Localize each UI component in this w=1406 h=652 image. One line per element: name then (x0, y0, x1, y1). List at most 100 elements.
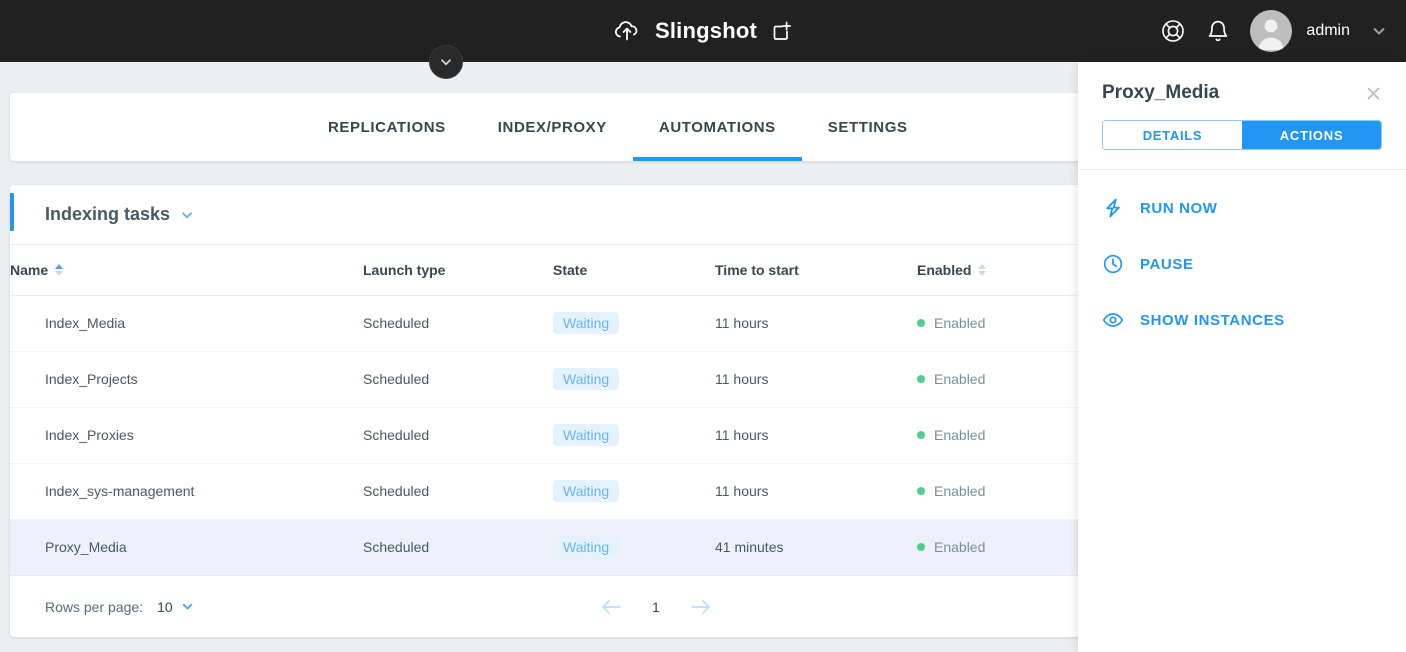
table-row[interactable]: Index_Proxies Scheduled Waiting 11 hours… (10, 407, 1078, 464)
cell-time-to-start: 41 minutes (715, 519, 917, 576)
cell-time-to-start: 11 hours (715, 463, 917, 520)
enabled-label: Enabled (934, 371, 986, 387)
column-header-enabled[interactable]: Enabled (917, 245, 1078, 296)
cell-state: Waiting (553, 519, 715, 576)
sort-arrows-icon[interactable] (978, 263, 987, 276)
add-window-icon[interactable] (771, 20, 793, 42)
status-dot-icon (917, 487, 925, 495)
cell-state: Waiting (553, 463, 715, 520)
status-badge: Waiting (553, 480, 620, 502)
topbar-right-group: admin (1160, 0, 1388, 62)
cloud-upload-icon (613, 19, 641, 43)
tab-actions[interactable]: ACTIONS (1242, 121, 1381, 149)
action-label: RUN NOW (1140, 199, 1218, 217)
chevron-down-icon[interactable] (1370, 22, 1388, 40)
bell-icon[interactable] (1206, 19, 1230, 43)
tab-label: AUTOMATIONS (658, 118, 776, 136)
rows-per-page-value[interactable]: 10 (157, 599, 173, 615)
collapse-header-button[interactable] (429, 45, 463, 79)
cell-name: Index_Projects (10, 351, 363, 408)
section-header: Indexing tasks (10, 185, 1078, 245)
tab-label: REPLICATIONS (328, 118, 446, 136)
status-badge: Waiting (553, 424, 620, 446)
status-badge: Waiting (553, 536, 620, 558)
main-content: REPLICATIONS INDEX/PROXY AUTOMATIONS SET… (0, 62, 1078, 652)
status-dot-icon (917, 375, 925, 383)
table-body: Index_Media Scheduled Waiting 11 hours E… (10, 295, 1078, 576)
lightning-bolt-icon (1102, 197, 1124, 219)
column-header-name[interactable]: Name (10, 245, 363, 296)
page-number: 1 (652, 598, 660, 615)
cell-state: Waiting (553, 295, 715, 352)
table-row[interactable]: Proxy_Media Scheduled Waiting 41 minutes… (10, 519, 1078, 576)
cell-enabled: Enabled (917, 351, 1078, 408)
chevron-down-icon[interactable] (179, 207, 195, 223)
top-bar: Slingshot admin (0, 0, 1406, 62)
cell-launch-type: Scheduled (363, 463, 553, 520)
action-label: SHOW INSTANCES (1140, 311, 1285, 329)
segment-label: ACTIONS (1279, 127, 1344, 143)
drawer-title: Proxy_Media (1102, 82, 1220, 103)
cell-launch-type: Scheduled (363, 519, 553, 576)
username-label: admin (1306, 22, 1350, 39)
cell-name: Index_Proxies (10, 407, 363, 464)
status-badge: Waiting (553, 368, 620, 390)
cell-state: Waiting (553, 351, 715, 408)
clock-icon (1102, 253, 1124, 275)
tab-details[interactable]: DETAILS (1103, 121, 1242, 149)
indexing-tasks-card: Indexing tasks Name Launch type State Ti… (10, 185, 1078, 637)
show-instances-action[interactable]: SHOW INSTANCES (1078, 292, 1406, 348)
enabled-label: Enabled (934, 483, 986, 499)
tab-index-proxy[interactable]: INDEX/PROXY (472, 93, 633, 161)
indexing-tasks-table: Name Launch type State Time to start Ena… (10, 245, 1078, 576)
arrow-left-icon[interactable] (600, 598, 622, 616)
drawer-header: Proxy_Media (1078, 62, 1406, 104)
tab-replications[interactable]: REPLICATIONS (302, 93, 472, 161)
cell-enabled: Enabled (917, 519, 1078, 576)
column-header-launch-type: Launch type (363, 245, 553, 296)
table-row[interactable]: Index_Projects Scheduled Waiting 11 hour… (10, 351, 1078, 408)
tab-label: SETTINGS (827, 118, 908, 136)
eye-icon (1102, 309, 1124, 331)
status-dot-icon (917, 319, 925, 327)
run-now-action[interactable]: RUN NOW (1078, 180, 1406, 236)
pause-action[interactable]: PAUSE (1078, 236, 1406, 292)
rows-per-page-label: Rows per page: (45, 598, 144, 615)
column-label: Enabled (917, 261, 972, 278)
segment-label: DETAILS (1142, 127, 1203, 143)
tab-automations[interactable]: AUTOMATIONS (632, 93, 802, 161)
page-title: Indexing tasks (45, 204, 171, 224)
action-label: PAUSE (1140, 255, 1194, 273)
close-icon[interactable] (1365, 82, 1382, 102)
tab-settings[interactable]: SETTINGS (802, 93, 934, 161)
app-root: Slingshot admin REPLICATIONS INDEX/PROXY… (0, 0, 1406, 652)
drawer-tab-toggle: DETAILS ACTIONS (1102, 120, 1382, 150)
cell-time-to-start: 11 hours (715, 351, 917, 408)
column-label: State (553, 261, 588, 278)
status-dot-icon (917, 431, 925, 439)
actions-list: RUN NOW PAUSE SHOW INSTANCES (1078, 170, 1406, 348)
enabled-label: Enabled (934, 539, 986, 555)
column-label: Time to start (715, 261, 799, 278)
column-label: Launch type (363, 261, 446, 278)
cell-launch-type: Scheduled (363, 351, 553, 408)
cell-launch-type: Scheduled (363, 295, 553, 352)
details-drawer: Proxy_Media DETAILS ACTIONS RUN NOW PAUS… (1078, 62, 1406, 652)
app-title: Slingshot (654, 18, 757, 43)
table-row[interactable]: Index_Media Scheduled Waiting 11 hours E… (10, 295, 1078, 352)
pagination-bar: Rows per page: 10 1 (10, 576, 1078, 638)
status-badge: Waiting (553, 312, 620, 334)
table-header: Name Launch type State Time to start Ena… (10, 245, 1078, 296)
cell-time-to-start: 11 hours (715, 407, 917, 464)
column-label: Name (10, 261, 49, 278)
lifebuoy-icon[interactable] (1160, 18, 1186, 44)
table-row[interactable]: Index_sys-management Scheduled Waiting 1… (10, 463, 1078, 520)
avatar[interactable] (1250, 10, 1293, 52)
sort-arrows-icon[interactable] (55, 263, 64, 276)
chevron-down-icon[interactable] (180, 599, 195, 614)
cell-enabled: Enabled (917, 463, 1078, 520)
tabs-card: REPLICATIONS INDEX/PROXY AUTOMATIONS SET… (10, 93, 1078, 161)
pagination-nav: 1 (600, 576, 712, 638)
arrow-right-icon[interactable] (690, 598, 712, 616)
cell-name: Index_Media (10, 295, 363, 352)
